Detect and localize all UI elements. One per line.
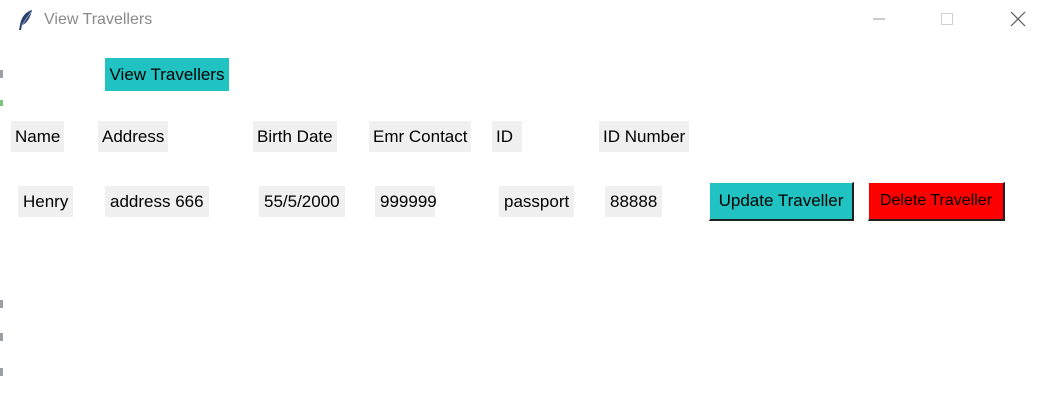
edge-artifact xyxy=(0,368,3,376)
header-birth-date: Birth Date xyxy=(253,121,337,152)
header-address: Address xyxy=(98,121,169,152)
delete-traveller-button[interactable]: Delete Traveller xyxy=(868,182,1005,221)
minimize-button[interactable] xyxy=(856,6,902,36)
close-icon xyxy=(1010,11,1026,32)
edge-artifact xyxy=(0,70,3,78)
cell-id-type: passport xyxy=(499,186,575,217)
cell-id-number: 88888 xyxy=(605,186,663,217)
maximize-button[interactable] xyxy=(924,6,970,36)
edge-artifact xyxy=(0,100,3,106)
minimize-icon xyxy=(872,12,886,31)
header-emr-contact: Emr Contact xyxy=(369,121,472,152)
cell-birth-date: 55/5/2000 xyxy=(259,186,345,217)
cell-address: address 666 xyxy=(105,186,209,217)
edge-artifact xyxy=(0,300,3,308)
header-id-number: ID Number xyxy=(599,121,690,152)
window-title: View Travellers xyxy=(44,11,153,28)
feather-icon xyxy=(17,9,35,31)
close-button[interactable] xyxy=(995,6,1041,36)
maximize-icon xyxy=(940,12,954,31)
update-traveller-button[interactable]: Update Traveller xyxy=(709,182,854,221)
title-bar[interactable]: View Travellers xyxy=(0,0,1051,42)
desktop-edge xyxy=(0,0,5,403)
cell-name: Henry xyxy=(18,186,74,217)
edge-artifact xyxy=(0,333,3,341)
view-travellers-window: View Travellers View Travellers Name Add… xyxy=(0,0,1051,403)
header-id: ID xyxy=(492,121,522,152)
cell-emr-contact: 999999 xyxy=(375,186,437,217)
view-travellers-button[interactable]: View Travellers xyxy=(105,58,229,91)
header-name: Name xyxy=(11,121,65,152)
